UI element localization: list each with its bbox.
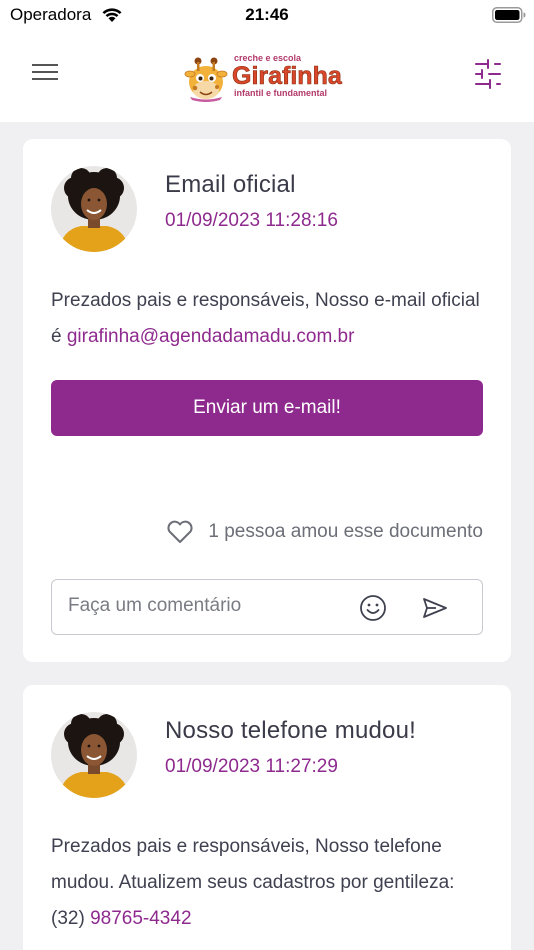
logo-tagline: infantil e fundamental — [234, 88, 327, 98]
girafinha-logo: creche e escola Girafinha infantil e fun… — [184, 53, 343, 102]
post-title: Email oficial — [165, 171, 296, 198]
filter-sliders-icon[interactable] — [470, 58, 506, 90]
author-avatar — [51, 712, 137, 798]
logo-name: Girafinha — [232, 62, 343, 90]
post-body: Prezados pais e responsáveis, Nosso tele… — [51, 829, 491, 937]
author-avatar — [51, 166, 137, 252]
send-icon[interactable] — [422, 596, 448, 620]
post-date: 01/09/2023 11:28:16 — [165, 210, 338, 231]
post-feed[interactable]: Email oficial 01/09/2023 11:28:16 Prezad… — [0, 122, 534, 950]
likes-row: 1 pessoa amou esse documento — [166, 518, 483, 546]
clock: 21:46 — [245, 5, 289, 24]
status-bar: Operadora 21:46 — [0, 0, 534, 30]
phone-link[interactable]: 98765-4342 — [90, 908, 191, 929]
comment-input[interactable]: Faça um comentário — [68, 595, 241, 617]
post-date: 01/09/2023 11:27:29 — [165, 756, 338, 777]
comment-field[interactable]: Faça um comentário — [51, 579, 483, 635]
post-title: Nosso telefone mudou! — [165, 717, 417, 744]
likes-count-text: 1 pessoa amou esse documento — [208, 521, 483, 542]
send-email-button[interactable]: Enviar um e-mail! — [51, 380, 483, 436]
heart-icon[interactable] — [166, 520, 194, 544]
emoji-icon[interactable] — [359, 594, 387, 622]
post-body: Prezados pais e responsáveis, Nosso e-ma… — [51, 283, 491, 355]
hamburger-menu-icon[interactable] — [30, 60, 62, 84]
battery-icon — [492, 7, 526, 23]
post-card: Nosso telefone mudou! 01/09/2023 11:27:2… — [23, 685, 511, 950]
email-link[interactable]: girafinha@agendadamadu.com.br — [67, 326, 355, 347]
post-card: Email oficial 01/09/2023 11:28:16 Prezad… — [23, 139, 511, 662]
app-header: creche e escola Girafinha infantil e fun… — [0, 30, 534, 122]
